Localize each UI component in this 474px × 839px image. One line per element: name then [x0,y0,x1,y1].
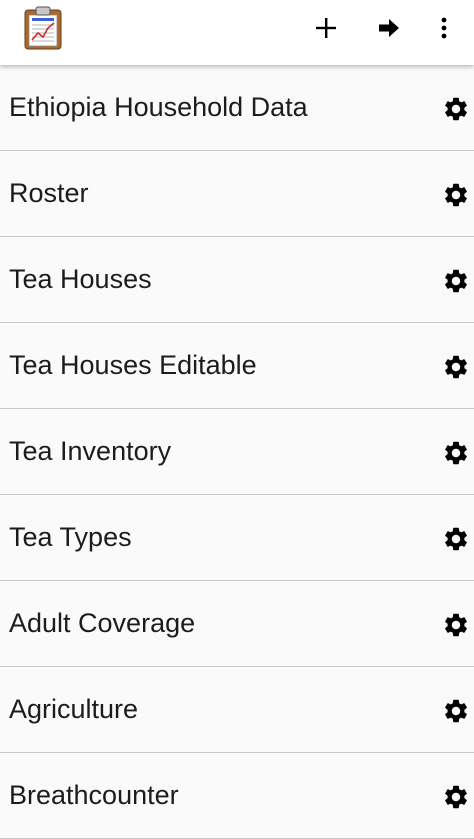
list-item[interactable]: Tea Houses [0,237,474,323]
list-item-label: Ethiopia Household Data [9,92,308,122]
gear-icon [445,355,467,379]
settings-button[interactable] [440,695,472,727]
list-item[interactable]: Roster [0,151,474,237]
gear-icon [445,785,467,809]
app-toolbar [0,0,474,65]
gear-icon [445,269,467,293]
gear-icon [445,97,467,121]
settings-button[interactable] [440,351,472,383]
list-item[interactable]: Agriculture [0,667,474,753]
settings-button[interactable] [440,179,472,211]
list-item-label: Agriculture [9,694,139,724]
gear-icon [445,527,467,551]
list-item[interactable]: Tea Houses Editable [0,323,474,409]
list-item-label: Adult Coverage [9,608,196,638]
plus-icon [316,18,336,38]
more-options-button[interactable] [424,8,464,48]
list-item-label: Tea Houses [9,264,152,294]
table-list: Ethiopia Household Data Roster Tea House… [0,65,474,839]
add-button[interactable] [306,8,346,48]
list-item[interactable]: Ethiopia Household Data [0,65,474,151]
list-item[interactable]: Breathcounter [0,753,474,839]
gear-icon [445,441,467,465]
list-item[interactable]: Tea Types [0,495,474,581]
next-button[interactable] [369,8,409,48]
list-item[interactable]: Tea Inventory [0,409,474,495]
settings-button[interactable] [440,437,472,469]
list-item-label: Tea Types [9,522,132,552]
list-item-label: Tea Houses Editable [9,350,257,380]
gear-icon [445,699,467,723]
settings-button[interactable] [440,265,472,297]
settings-button[interactable] [440,609,472,641]
arrow-right-icon [379,19,399,37]
list-item-label: Roster [9,178,89,208]
more-vert-icon [441,17,447,39]
clipboard-chart-icon [23,6,63,50]
settings-button[interactable] [440,523,472,555]
gear-icon [445,183,467,207]
gear-icon [445,613,467,637]
settings-button[interactable] [440,93,472,125]
list-item-label: Tea Inventory [9,436,172,466]
settings-button[interactable] [440,781,472,813]
list-item[interactable]: Adult Coverage [0,581,474,667]
list-item-label: Breathcounter [9,780,179,810]
